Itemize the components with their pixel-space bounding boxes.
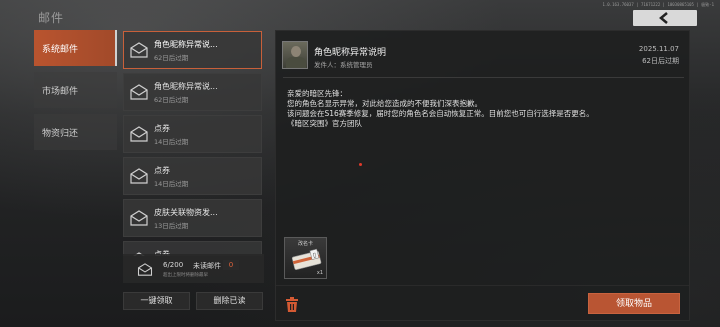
mail-detail-panel: 角色昵称异常说明 发件人：系统管理员 2025.11.07 62日后过期 亲爱的… [275, 30, 690, 321]
divider [283, 77, 684, 78]
top-bar: 邮件 1.0.163.76037 | 71671222 | 1003086510… [0, 0, 720, 28]
mail-limit-note: 超出上限时将删除最早 [163, 273, 208, 278]
envelope-icon [130, 126, 148, 142]
mail-list-item[interactable]: 角色昵称异常说... 62日后过期 [123, 73, 262, 111]
mail-status: 6/200 未读邮件 0 超出上限时将删除最早 [123, 254, 264, 283]
mail-expire: 62日后过期 [154, 54, 189, 62]
sender-avatar [282, 41, 308, 69]
claim-all-button[interactable]: 一键领取 [123, 292, 190, 310]
mail-detail-expire: 62日后过期 [642, 57, 679, 65]
mail-title: 角色昵称异常说... [154, 40, 218, 49]
mail-count: 6/200 [163, 261, 184, 269]
build-info: 1.0.163.76037 | 71671222 | 10030865105 |… [602, 2, 714, 7]
mail-body-line: 亲爱的暗区先锋： [287, 89, 347, 98]
unread-label: 未读邮件 [193, 262, 221, 270]
attachment-quantity: x1 [316, 270, 323, 276]
delete-read-button[interactable]: 删除已读 [196, 292, 263, 310]
envelope-icon [130, 84, 148, 100]
mail-title: 点券 [154, 124, 170, 133]
mail-body-line: 您的角色名显示异常，对此给您造成的不便我们深表抱歉。 [287, 99, 482, 108]
envelope-icon [130, 42, 148, 58]
mail-title: 点券 [154, 166, 170, 175]
mail-detail-title: 角色昵称异常说明 [314, 48, 387, 58]
mail-expire: 13日后过期 [154, 222, 189, 230]
mail-body-line: 《暗区突围》官方团队 [287, 119, 362, 128]
category-supply-return[interactable]: 物资归还 [34, 114, 117, 150]
red-dot-marker [359, 163, 362, 166]
rename-card-icon: ▯ [291, 248, 322, 270]
mail-body-line: 该问题会在S16赛季修复，届时您的角色名会自动恢复正常。目前您也可自行选择是否更… [287, 109, 594, 118]
category-market-mail[interactable]: 市场邮件 [34, 72, 117, 108]
mail-sender: 发件人：系统管理员 [314, 61, 373, 69]
divider [276, 285, 689, 286]
mail-list-item[interactable]: 点券 14日后过期 [123, 157, 262, 195]
category-system-mail[interactable]: 系统邮件 [34, 30, 117, 66]
envelope-icon [137, 263, 153, 276]
back-button[interactable] [633, 10, 697, 26]
page-title: 邮件 [38, 11, 65, 25]
category-label: 市场邮件 [42, 86, 79, 97]
mail-list-item[interactable]: 点券 14日后过期 [123, 115, 262, 153]
attachment-item[interactable]: 改名卡 ▯ x1 [284, 237, 327, 279]
category-label: 系统邮件 [42, 44, 79, 55]
mail-expire: 14日后过期 [154, 138, 189, 146]
mail-title: 角色昵称异常说... [154, 82, 218, 91]
envelope-icon [130, 210, 148, 226]
attachment-name: 改名卡 [297, 241, 313, 247]
mail-title: 皮肤关联物资发... [154, 208, 218, 217]
category-label: 物资归还 [42, 128, 79, 139]
mail-expire: 62日后过期 [154, 96, 189, 104]
mail-list-item[interactable]: 皮肤关联物资发... 13日后过期 [123, 199, 262, 237]
claim-items-button[interactable]: 领取物品 [588, 293, 680, 314]
mail-list-item[interactable]: 角色昵称异常说... 62日后过期 [123, 31, 262, 69]
mail-list[interactable]: 角色昵称异常说... 62日后过期 角色昵称异常说... 62日后过期 点券 1… [123, 30, 264, 256]
envelope-icon [130, 168, 148, 184]
chevron-left-icon [659, 12, 668, 24]
unread-count-badge: 0 [223, 260, 239, 270]
mail-body: 亲爱的暗区先锋： 您的角色名显示异常，对此给您造成的不便我们深表抱歉。 该问题会… [287, 89, 682, 129]
mail-date: 2025.11.07 [638, 45, 679, 53]
trash-icon[interactable] [285, 297, 299, 312]
mail-expire: 14日后过期 [154, 180, 189, 188]
